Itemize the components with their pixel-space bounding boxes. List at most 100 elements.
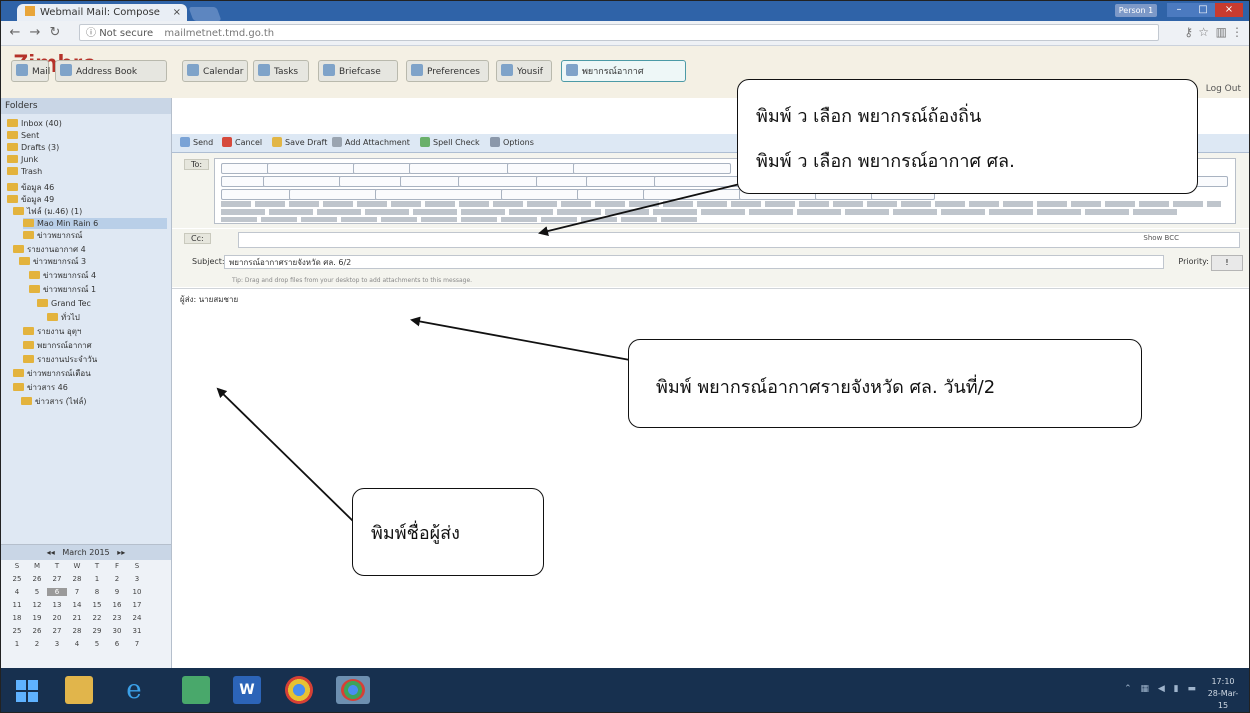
address-chip[interactable] [221, 189, 291, 200]
close-tab-icon[interactable]: × [173, 4, 181, 21]
extension-icon[interactable]: ▥ [1216, 25, 1227, 39]
calendar-row[interactable]: 25 26 27 28 1 2 3 [7, 575, 147, 583]
chrome-icon[interactable] [285, 676, 313, 704]
cc-button[interactable]: Cc: [184, 233, 211, 244]
folder-item[interactable]: ทั่วไป [47, 312, 167, 323]
cc-row: Cc: Show BCC [172, 229, 1249, 251]
folder-item[interactable]: Sent [7, 130, 167, 141]
address-chip[interactable] [573, 163, 731, 174]
close-window-button[interactable]: × [1215, 3, 1243, 17]
address-chip[interactable] [353, 163, 411, 174]
address-chip[interactable] [501, 189, 579, 200]
logout-link[interactable]: Log Out [1206, 84, 1241, 94]
back-icon[interactable]: ← [7, 25, 23, 41]
folder-item[interactable]: ข่าวสาร (ไฟล์) [21, 396, 167, 407]
menu-icon[interactable]: ⋮ [1231, 25, 1243, 39]
to-button[interactable]: To: [184, 159, 210, 170]
options-button[interactable]: Options [490, 136, 534, 150]
address-chip[interactable] [458, 176, 538, 187]
tab-preferences[interactable]: Preferences [406, 60, 489, 82]
folder-item[interactable]: ข่าวพยากรณ์ 4 [29, 270, 167, 281]
priority-label: Priority: [1178, 257, 1209, 266]
folder-item[interactable]: Trash [7, 166, 167, 177]
tab-calendar[interactable]: Calendar [182, 60, 248, 82]
calendar-row[interactable]: 25 26 27 28 29 30 31 [7, 627, 147, 635]
folder-item[interactable]: รายงาน อุตุฯ [23, 326, 167, 337]
address-chip[interactable] [221, 163, 269, 174]
send-button[interactable]: Send [180, 136, 213, 150]
folder-item[interactable]: Grand Tec [37, 298, 167, 309]
tab-yousif[interactable]: Yousif [496, 60, 552, 82]
folder-item[interactable]: ไฟล์ (ม.46) (1) [13, 206, 167, 217]
app-icon[interactable] [182, 676, 210, 704]
spell-check-button[interactable]: Spell Check [420, 136, 480, 150]
tab-compose-active[interactable]: พยากรณ์อากาศ [561, 60, 686, 82]
active-chrome-icon[interactable] [336, 676, 370, 704]
prev-year-icon[interactable]: ◂◂ [47, 548, 55, 557]
folder-item[interactable]: Drafts (3) [7, 142, 167, 153]
new-tab-button[interactable] [188, 7, 222, 21]
folder-item[interactable]: ข่าวพยากรณ์ 3 [19, 256, 167, 267]
reload-icon[interactable]: ↻ [47, 25, 63, 41]
priority-select[interactable]: ! [1211, 255, 1243, 271]
address-chip[interactable] [267, 163, 355, 174]
folder-item[interactable]: ข่าวพยากรณ์ 1 [29, 284, 167, 295]
tab-tasks[interactable]: Tasks [253, 60, 309, 82]
folder-item[interactable]: ข่าวพยากรณ์ [23, 230, 167, 241]
address-chip[interactable] [339, 176, 402, 187]
address-chip[interactable] [400, 176, 460, 187]
spell-check-icon [420, 137, 430, 147]
address-chip[interactable] [577, 189, 645, 200]
folder-item[interactable]: Junk [7, 154, 167, 165]
folder-item-selected[interactable]: Mao Min Rain 6 [23, 218, 167, 229]
calendar-row[interactable]: 18 19 20 21 22 23 24 [7, 614, 147, 622]
internet-explorer-icon[interactable]: e [120, 676, 148, 704]
cancel-button[interactable]: Cancel [222, 136, 262, 150]
word-icon[interactable]: W [233, 676, 261, 704]
system-tray-icons[interactable]: ⌃ ▦ ◀ ▮ ▬ [1124, 684, 1199, 694]
folder-item[interactable]: Inbox (40) [7, 118, 167, 129]
address-chip[interactable] [375, 189, 503, 200]
tab-briefcase[interactable]: Briefcase [318, 60, 398, 82]
address-chip[interactable] [263, 176, 341, 187]
tab-address-book[interactable]: Address Book [55, 60, 167, 82]
folder-item[interactable]: รายงานประจำวัน [23, 354, 167, 365]
maximize-button[interactable]: □ [1191, 3, 1215, 17]
address-chip[interactable] [536, 176, 588, 187]
next-year-icon[interactable]: ▸▸ [117, 548, 125, 557]
folder-item[interactable]: ข้อมูล 46 [7, 182, 167, 193]
tab-mail[interactable]: Mail [11, 60, 50, 82]
profile-chip[interactable]: Person 1 [1115, 4, 1157, 17]
calendar-month-header[interactable]: ◂◂ March 2015 ▸▸ [1, 545, 171, 560]
forward-icon[interactable]: → [27, 25, 43, 41]
address-chip[interactable] [221, 176, 265, 187]
folder-item[interactable]: ข่าวสาร 46 [13, 382, 167, 393]
add-attachment-button[interactable]: Add Attachment [332, 136, 410, 150]
calendar-row[interactable]: 1234567 [7, 640, 147, 648]
address-chip[interactable] [409, 163, 509, 174]
bookmark-star-icon[interactable]: ☆ [1198, 25, 1209, 39]
taskbar-clock[interactable]: 17:10 28-Mar-15 [1203, 676, 1243, 712]
folder-item[interactable]: ข้อมูล 49 [7, 194, 167, 205]
key-icon[interactable]: ⚷ [1184, 25, 1193, 39]
address-chip[interactable] [586, 176, 656, 187]
address-chip[interactable] [289, 189, 377, 200]
browser-tab[interactable]: Webmail Mail: Compose × [17, 4, 187, 21]
address-text-line [221, 201, 1221, 207]
address-chip[interactable] [643, 189, 741, 200]
address-bar[interactable]: ⓘ Not secure mailmetnet.tmd.go.th [79, 24, 1159, 41]
address-chip[interactable] [507, 163, 575, 174]
folder-item[interactable]: พยากรณ์อากาศ [23, 340, 167, 351]
save-draft-button[interactable]: Save Draft [272, 136, 327, 150]
calendar-row[interactable]: 11 12 13 14 15 16 17 [7, 601, 147, 609]
cc-field[interactable] [238, 232, 1240, 248]
folder-item[interactable]: รายงานอากาศ 4 [13, 244, 167, 255]
folder-item[interactable]: ข่าวพยากรณ์เตือน [13, 368, 167, 379]
address-text-line [221, 217, 701, 222]
show-bcc-link[interactable]: Show BCC [1143, 234, 1179, 242]
windows-start-icon[interactable] [13, 676, 41, 704]
subject-field[interactable]: พยากรณ์อากาศรายจังหวัด ศล. 6/2 [224, 255, 1164, 269]
calendar-row[interactable]: 4 5 6 7 8 9 10 [7, 588, 147, 596]
minimize-button[interactable]: – [1167, 3, 1191, 17]
file-explorer-icon[interactable] [65, 676, 93, 704]
